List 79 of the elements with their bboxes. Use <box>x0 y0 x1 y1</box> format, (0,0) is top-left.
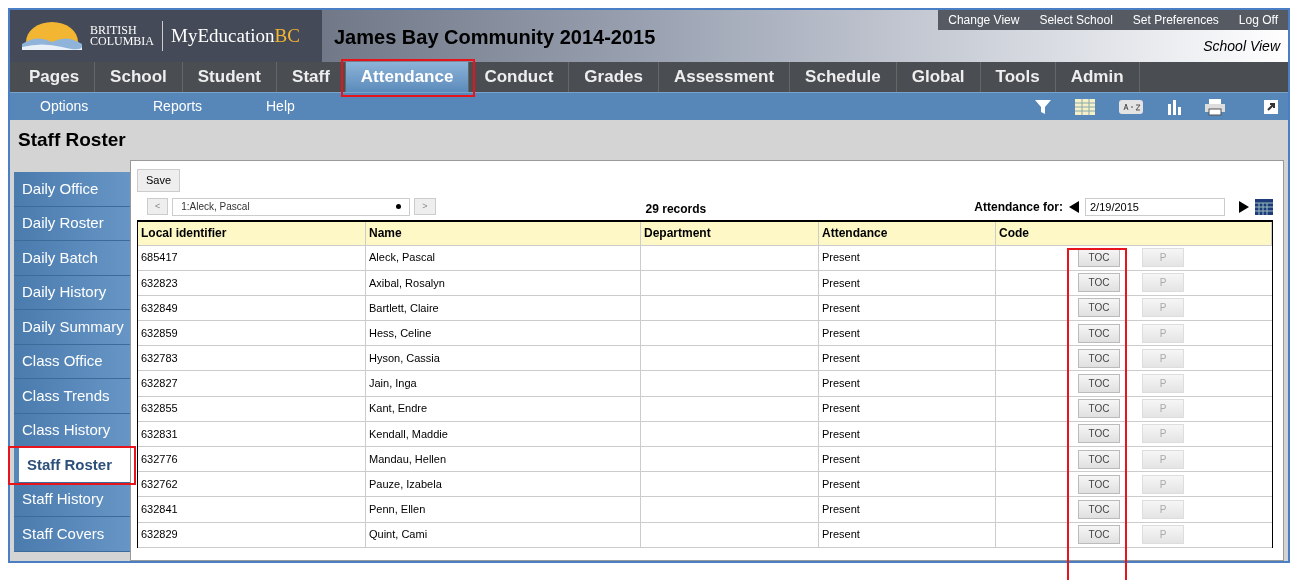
table-cell: Hyson, Cassia <box>366 346 641 371</box>
toc-button[interactable]: TOC <box>1078 374 1120 394</box>
logo-text: BRITISH <box>90 25 138 36</box>
view-label: School View <box>1203 37 1280 56</box>
table-cell: Present <box>819 522 996 547</box>
sidebar-item[interactable]: Staff Covers <box>14 517 130 552</box>
column-header[interactable]: Name <box>366 221 641 245</box>
date-field[interactable]: 2/19/2015 <box>1085 197 1225 216</box>
table-cell: 632776 <box>138 447 366 472</box>
toc-button[interactable]: TOC <box>1078 525 1120 545</box>
table-cell: 685417 <box>138 245 366 270</box>
sidebar-item[interactable]: Daily Roster <box>14 206 130 241</box>
column-header[interactable]: Attendance <box>819 221 996 245</box>
header-link[interactable]: Change View <box>938 11 1030 29</box>
table-cell: Pauze, Izabela <box>366 472 641 497</box>
table-cell: 632823 <box>138 270 366 295</box>
table-cell: Present <box>819 321 996 346</box>
menu-item[interactable]: Help <box>266 96 379 117</box>
table-cell: Present <box>819 447 996 472</box>
sidebar-item[interactable]: Daily History <box>14 275 130 310</box>
table-cell: Jain, Inga <box>366 371 641 396</box>
toc-button[interactable]: TOC <box>1078 499 1120 519</box>
header-link[interactable]: Log Off <box>1228 11 1288 29</box>
table-cell: Mandau, Hellen <box>366 447 641 472</box>
sidebar-item[interactable]: Daily Office <box>14 172 130 207</box>
table-cell: Present <box>819 295 996 321</box>
table-cell: Bartlett, Claire <box>366 295 641 321</box>
table-cell: Kant, Endre <box>366 396 641 421</box>
date-label: Attendance for: <box>974 198 1063 216</box>
record-dropdown[interactable]: 1:Aleck, Pascal <box>172 197 411 216</box>
table-cell: 632762 <box>138 472 366 497</box>
toc-button[interactable]: TOC <box>1078 323 1120 343</box>
table-cell: 632827 <box>138 371 366 396</box>
table-cell: Present <box>819 346 996 371</box>
table-cell: Present <box>819 371 996 396</box>
column-header[interactable]: Local identifier <box>138 221 366 245</box>
menu-item[interactable]: Options <box>40 96 153 117</box>
table-cell: Hess, Celine <box>366 321 641 346</box>
table-cell: Present <box>819 396 996 421</box>
table-cell: Axibal, Rosalyn <box>366 270 641 295</box>
header-link[interactable]: Set Preferences <box>1122 11 1229 29</box>
table-cell: Kendall, Maddie <box>366 421 641 446</box>
table-cell: 632841 <box>138 497 366 522</box>
table-cell: Quint, Cami <box>366 522 641 547</box>
table-cell: Present <box>819 421 996 446</box>
toc-button[interactable]: TOC <box>1078 474 1120 494</box>
column-header[interactable]: Department <box>641 221 819 245</box>
table-cell: 632859 <box>138 321 366 346</box>
table-cell: 632783 <box>138 346 366 371</box>
sidebar-item[interactable]: Daily Summary <box>14 310 130 345</box>
column-header[interactable]: Code <box>996 221 1272 245</box>
school-title: James Bay Community 2014-2015 <box>334 25 656 50</box>
table-cell: Present <box>819 245 996 270</box>
toc-button[interactable]: TOC <box>1078 348 1120 368</box>
table-cell: Aleck, Pascal <box>366 245 641 270</box>
table-cell: Present <box>819 472 996 497</box>
table-cell: Penn, Ellen <box>366 497 641 522</box>
page-title: Staff Roster <box>18 127 126 152</box>
toc-button[interactable]: TOC <box>1078 399 1120 419</box>
toc-button[interactable]: TOC <box>1078 449 1120 469</box>
sidebar-item[interactable]: Staff Roster <box>14 448 130 483</box>
sidebar-item[interactable]: Class Office <box>14 344 130 379</box>
save-button[interactable]: Save <box>137 169 181 192</box>
toc-button[interactable]: TOC <box>1078 273 1120 293</box>
table-cell: 632829 <box>138 522 366 547</box>
table-cell: 632831 <box>138 421 366 446</box>
table-cell: 632849 <box>138 295 366 321</box>
table-cell: Present <box>819 270 996 295</box>
sidebar-item[interactable]: Daily Batch <box>14 241 130 276</box>
header-link[interactable]: Select School <box>1029 11 1123 29</box>
table-cell: 632855 <box>138 396 366 421</box>
sidebar-item[interactable]: Class Trends <box>14 379 130 414</box>
record-count: 29 records <box>645 200 707 218</box>
product-logo-text: MyEducationBC <box>171 23 300 48</box>
toc-button[interactable]: TOC <box>1078 298 1120 318</box>
table-cell: Present <box>819 497 996 522</box>
logo-text: COLUMBIA <box>90 36 154 47</box>
menu-item[interactable]: Reports <box>153 96 266 117</box>
toc-button[interactable]: TOC <box>1078 424 1120 444</box>
